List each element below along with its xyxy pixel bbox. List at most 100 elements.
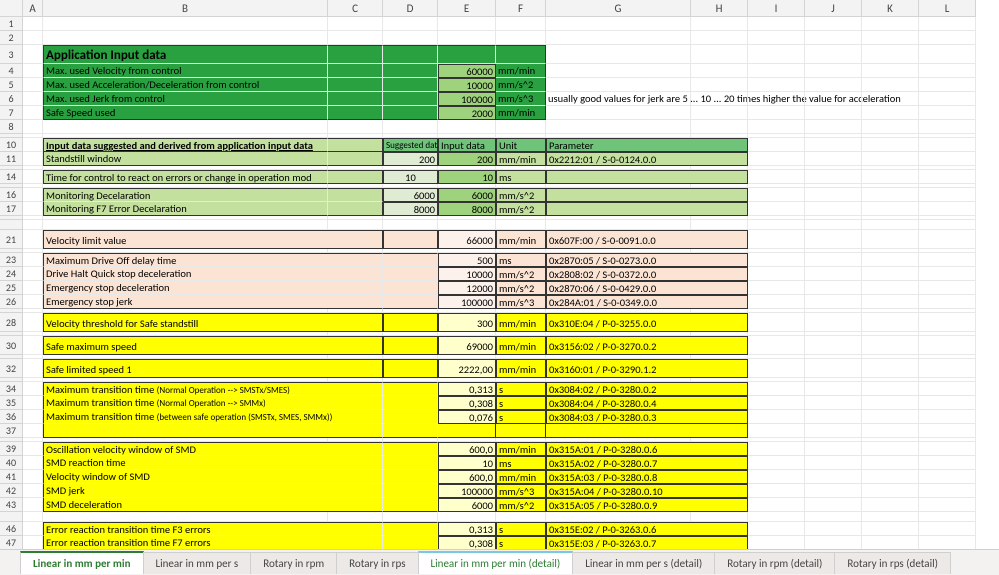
row-28[interactable]: 28 <box>0 313 23 332</box>
val-mon-decel[interactable]: 6000 <box>438 188 496 202</box>
col-A[interactable]: A <box>23 0 43 17</box>
label-react-time: Time for control to react on errors or c… <box>43 170 328 184</box>
param-mon-f7 <box>546 202 748 216</box>
val-smd-react: 10 <box>438 456 496 470</box>
row-11[interactable]: 11 <box>0 152 23 166</box>
sheet-tab-8[interactable]: Rotary in rps (detail) <box>834 552 951 574</box>
row-21[interactable]: 21 <box>0 230 23 249</box>
row-46[interactable]: 46 <box>0 522 23 536</box>
sheet-tab-3[interactable]: Rotary in rpm <box>250 552 337 574</box>
row-37[interactable]: 37 <box>0 424 23 438</box>
row-10[interactable]: 10 <box>0 138 23 152</box>
col-H[interactable]: H <box>691 0 748 17</box>
param-mon-decel <box>546 188 748 202</box>
row-1[interactable]: 1 <box>0 17 23 31</box>
row-36[interactable]: 36 <box>0 410 23 424</box>
col-G[interactable]: G <box>546 0 691 17</box>
row-30[interactable]: 30 <box>0 336 23 355</box>
label-standstill: Standstill window <box>43 152 328 166</box>
val-mon-f7[interactable]: 8000 <box>438 202 496 216</box>
sheet-tab-6[interactable]: Linear in mm per s (detail) <box>572 552 715 574</box>
value-max-accel[interactable]: 10000 <box>438 78 496 92</box>
value-max-jerk[interactable]: 100000 <box>438 92 496 106</box>
label-safe-speed: Safe Speed used <box>43 106 328 120</box>
row-24[interactable]: 24 <box>0 267 23 281</box>
row-4[interactable]: 4 <box>0 64 23 78</box>
row-25[interactable]: 25 <box>0 281 23 295</box>
sheet-tab-2[interactable]: Linear in mm per s <box>143 552 252 574</box>
param-emerg-decel: 0x2870:06 / S-0-0429.0.0 <box>546 281 748 295</box>
param-sls1: 0x3160:01 / P-0-3290.1.2 <box>546 359 748 378</box>
col-C[interactable]: C <box>328 0 383 17</box>
sheet-tab-5[interactable]: Linear in mm per min (detail) <box>418 551 574 574</box>
row-26[interactable]: 26 <box>0 295 23 309</box>
val-drive-off: 500 <box>438 253 496 267</box>
param-smd-decel: 0x315A:05 / P-0-3280.0.9 <box>546 498 748 512</box>
select-all-corner[interactable] <box>0 0 23 17</box>
row-35[interactable]: 35 <box>0 396 23 410</box>
row-14[interactable]: 14 <box>0 170 23 184</box>
val-err-f7: 0,308 <box>438 536 496 549</box>
hdr-unit: Unit <box>496 138 546 152</box>
val-sls1: 2222,00 <box>438 359 496 378</box>
row-34[interactable]: 34 <box>0 382 23 396</box>
sheet-tab-1[interactable]: Linear in mm per min <box>20 551 144 574</box>
sheet-tab-7[interactable]: Rotary in rpm (detail) <box>714 552 835 574</box>
row-hidden[interactable] <box>0 512 23 522</box>
spreadsheet-grid[interactable]: A B C D E F G H I J K L 1 2 3 Applicatio… <box>0 0 999 549</box>
label-max-velocity: Max. used Velocity from control <box>43 64 328 78</box>
row-40[interactable]: 40 <box>0 456 23 470</box>
unit-mon-decel: mm/s^2 <box>496 188 546 202</box>
label-drive-off: Maximum Drive Off delay time <box>43 253 383 267</box>
param-standstill: 0x2212:01 / S-0-0124.0.0 <box>546 152 748 166</box>
row-17[interactable]: 17 <box>0 202 23 216</box>
label-safe-max: Safe maximum speed <box>43 336 383 355</box>
val-standstill[interactable]: 200 <box>438 152 496 166</box>
section2-title: Input data suggested and derived from ap… <box>43 138 328 152</box>
row-39[interactable]: 39 <box>0 442 23 456</box>
label-emerg-decel: Emergency stop deceleration <box>43 281 383 295</box>
col-J[interactable]: J <box>805 0 862 17</box>
row-hidden[interactable] <box>0 220 23 230</box>
col-B[interactable]: B <box>43 0 328 17</box>
sug-react-time: 10 <box>383 170 438 184</box>
param-trans-smstx: 0x3084:02 / P-0-3280.0.2 <box>546 382 748 396</box>
col-F[interactable]: F <box>496 0 546 17</box>
col-L[interactable]: L <box>919 0 976 17</box>
label-trans-between: Maximum transition time (between safe op… <box>43 410 383 424</box>
row-16[interactable]: 16 <box>0 188 23 202</box>
unit-safe-speed: mm/min <box>496 106 546 120</box>
row-43[interactable]: 43 <box>0 498 23 512</box>
label-smd-vel: Velocity window of SMD <box>43 470 383 484</box>
param-smd-vel: 0x315A:03 / P-0-3280.0.8 <box>546 470 748 484</box>
row-3[interactable]: 3 <box>0 45 23 64</box>
unit-err-f7: s <box>496 536 546 549</box>
col-K[interactable]: K <box>862 0 919 17</box>
col-E[interactable]: E <box>438 0 496 17</box>
unit-emerg-jerk: mm/s^3 <box>496 295 546 309</box>
unit-smd-decel: mm/s^2 <box>496 498 546 512</box>
col-I[interactable]: I <box>748 0 805 17</box>
sheet-tab-4[interactable]: Rotary in rps <box>336 552 418 574</box>
param-vel-thresh: 0x310E:04 / P-0-3255.0.0 <box>546 313 748 332</box>
hdr-suggested: Suggested data <box>383 138 438 152</box>
value-safe-speed[interactable]: 2000 <box>438 106 496 120</box>
row-7[interactable]: 7 <box>0 106 23 120</box>
row-8[interactable]: 8 <box>0 120 23 134</box>
row-6[interactable]: 6 <box>0 92 23 106</box>
value-max-velocity[interactable]: 60000 <box>438 64 496 78</box>
val-react-time[interactable]: 10 <box>438 170 496 184</box>
row-41[interactable]: 41 <box>0 470 23 484</box>
row-42[interactable]: 42 <box>0 484 23 498</box>
row-32[interactable]: 32 <box>0 359 23 378</box>
row-5[interactable]: 5 <box>0 78 23 92</box>
col-D[interactable]: D <box>383 0 438 17</box>
unit-sls1: mm/min <box>496 359 546 378</box>
row-2[interactable]: 2 <box>0 31 23 45</box>
label-sls1: Safe limited speed 1 <box>43 359 383 378</box>
val-vel-limit: 66000 <box>438 230 496 249</box>
row-23[interactable]: 23 <box>0 253 23 267</box>
row-47[interactable]: 47 <box>0 536 23 549</box>
val-emerg-decel: 12000 <box>438 281 496 295</box>
sheet-tab-bar: Linear in mm per min Linear in mm per s … <box>0 549 999 575</box>
